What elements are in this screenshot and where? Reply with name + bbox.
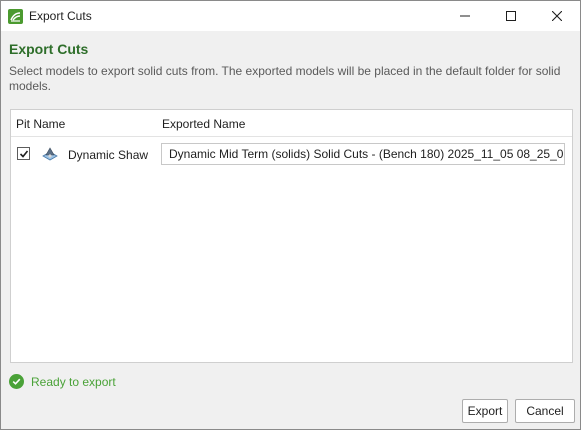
window-title: Export Cuts [29,9,92,23]
app-logo-icon [8,9,23,24]
table-row: Dynamic Shaw [11,137,572,171]
models-table: Pit Name Exported Name Dynamic Shaw [10,109,573,363]
export-cuts-dialog: Export Cuts Export Cuts Select models to… [0,0,581,430]
dialog-description: Select models to export solid cuts from.… [9,64,561,93]
status-area: Ready to export [9,374,116,389]
minimize-icon [460,15,470,17]
dialog-heading: Export Cuts [9,41,89,57]
close-icon [552,11,562,21]
column-header-exported-name[interactable]: Exported Name [162,117,245,131]
table-header: Pit Name Exported Name [11,110,572,137]
cancel-button[interactable]: Cancel [515,399,575,423]
status-text: Ready to export [31,374,116,389]
pit-model-icon [42,147,58,161]
minimize-button[interactable] [442,1,488,31]
title-bar[interactable]: Export Cuts [1,1,580,31]
pit-name-cell: Dynamic Shaw [68,148,149,162]
maximize-button[interactable] [488,1,534,31]
column-header-pit-name[interactable]: Pit Name [16,117,65,131]
checkmark-icon [19,149,28,158]
exported-name-field[interactable] [161,143,565,165]
export-button[interactable]: Export [462,399,508,423]
maximize-icon [506,11,516,21]
close-button[interactable] [534,1,580,31]
check-circle-icon [9,374,24,389]
row-checkbox[interactable] [17,147,30,160]
